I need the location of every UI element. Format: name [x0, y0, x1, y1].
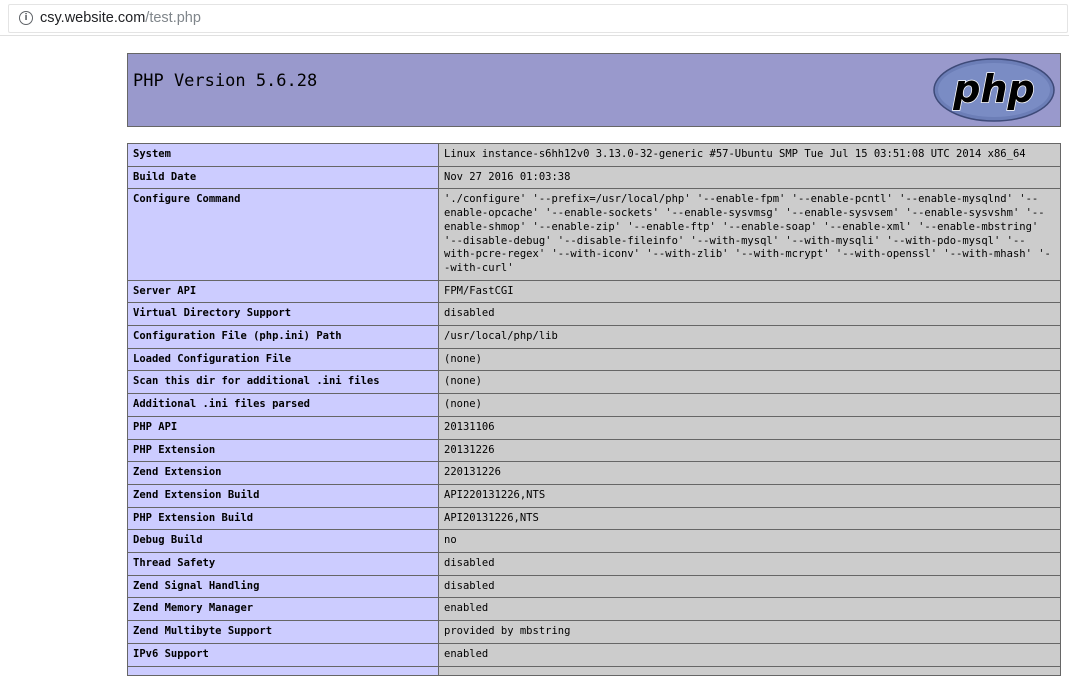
row-value: disabled	[438, 302, 1061, 327]
browser-address-bar: i csy.website.com/test.php	[0, 0, 1069, 36]
php-logo[interactable]: php	[933, 58, 1055, 122]
table-row: Thread Safety disabled	[127, 552, 1061, 576]
row-key: PHP Extension Build	[127, 506, 439, 531]
row-key: IPv6 Support	[127, 642, 439, 667]
row-value: (none)	[438, 370, 1061, 395]
table-row: Zend Extension Build API220131226,NTS	[127, 483, 1061, 508]
row-key: Debug Build	[127, 529, 439, 554]
table-row: Debug Build no	[127, 529, 1061, 554]
url-path: /test.php	[145, 10, 201, 26]
table-row: Build Date Nov 27 2016 01:03:38	[127, 165, 1061, 190]
row-value: Linux instance-s6hh12v0 3.13.0-32-generi…	[438, 143, 1061, 167]
row-value: /usr/local/php/lib	[438, 325, 1061, 349]
row-key: Zend Extension	[127, 461, 439, 485]
row-key: Additional .ini files parsed	[127, 393, 439, 417]
page-title: PHP Version 5.6.28	[133, 71, 318, 91]
row-key: Loaded Configuration File	[127, 347, 439, 372]
row-key: Server API	[127, 279, 439, 304]
row-key: Virtual Directory Support	[127, 302, 439, 327]
table-row: Zend Memory Manager enabled	[127, 597, 1061, 622]
toolbar-divider	[0, 35, 1069, 36]
table-row: Server API FPM/FastCGI	[127, 279, 1061, 304]
phpinfo-header: PHP Version 5.6.28 php	[127, 53, 1061, 127]
row-key	[127, 665, 439, 676]
php-logo-text: php	[952, 67, 1034, 111]
row-value: 20131226	[438, 438, 1061, 463]
url-text[interactable]: csy.website.com/test.php	[40, 10, 201, 26]
row-value: provided by mbstring	[438, 620, 1061, 644]
row-value: (none)	[438, 347, 1061, 372]
table-row: Additional .ini files parsed (none)	[127, 393, 1061, 417]
row-value: no	[438, 529, 1061, 554]
row-key: Zend Multibyte Support	[127, 620, 439, 644]
table-row: Loaded Configuration File (none)	[127, 347, 1061, 372]
table-row: Zend Multibyte Support provided by mbstri…	[127, 620, 1061, 644]
info-table: System Linux instance-s6hh12v0 3.13.0-32-…	[127, 143, 1061, 676]
table-row: Configuration File (php.ini) Path/usr/lo…	[127, 325, 1061, 349]
url-field[interactable]: i csy.website.com/test.php	[8, 4, 1068, 33]
row-key: Thread Safety	[127, 552, 439, 576]
row-value: enabled	[438, 642, 1061, 667]
row-key: Zend Extension Build	[127, 483, 439, 508]
row-key: Build Date	[127, 165, 439, 190]
row-value: (none)	[438, 393, 1061, 417]
table-row	[127, 665, 1061, 676]
table-row: Scan this dir for additional .ini files(…	[127, 370, 1061, 395]
row-value: FPM/FastCGI	[438, 279, 1061, 304]
row-value: enabled	[438, 597, 1061, 622]
row-value: './configure' '--prefix=/usr/local/php' …	[438, 188, 1061, 281]
url-host: csy.website.com	[40, 10, 146, 26]
row-value: API220131226,NTS	[438, 483, 1061, 508]
row-key: System	[127, 143, 439, 167]
row-key: Configure Command	[127, 188, 439, 281]
row-key: PHP API	[127, 415, 439, 440]
table-row: Zend Extension 220131226	[127, 461, 1061, 485]
row-key: PHP Extension	[127, 438, 439, 463]
php-logo-icon: php	[933, 58, 1055, 122]
row-value: 20131106	[438, 415, 1061, 440]
table-row: PHP API 20131106	[127, 415, 1061, 440]
row-key: Configuration File (php.ini) Path	[127, 325, 439, 349]
row-value: disabled	[438, 552, 1061, 576]
table-row: PHP Extension Build API20131226,NTS	[127, 506, 1061, 531]
row-value: Nov 27 2016 01:03:38	[438, 165, 1061, 190]
table-row: Virtual Directory Support disabled	[127, 302, 1061, 327]
table-row: IPv6 Support enabled	[127, 642, 1061, 667]
row-value: API20131226,NTS	[438, 506, 1061, 531]
row-value: disabled	[438, 574, 1061, 599]
table-row: Configure Command './configure' '--prefix…	[127, 188, 1061, 281]
row-value: 220131226	[438, 461, 1061, 485]
table-row: Zend Signal Handling disabled	[127, 574, 1061, 599]
table-row: System Linux instance-s6hh12v0 3.13.0-32-…	[127, 143, 1061, 167]
row-key: Zend Memory Manager	[127, 597, 439, 622]
row-key: Zend Signal Handling	[127, 574, 439, 599]
row-key: Scan this dir for additional .ini files	[127, 370, 439, 395]
table-row: PHP Extension 20131226	[127, 438, 1061, 463]
site-info-icon[interactable]: i	[19, 11, 33, 25]
row-value	[438, 665, 1061, 676]
